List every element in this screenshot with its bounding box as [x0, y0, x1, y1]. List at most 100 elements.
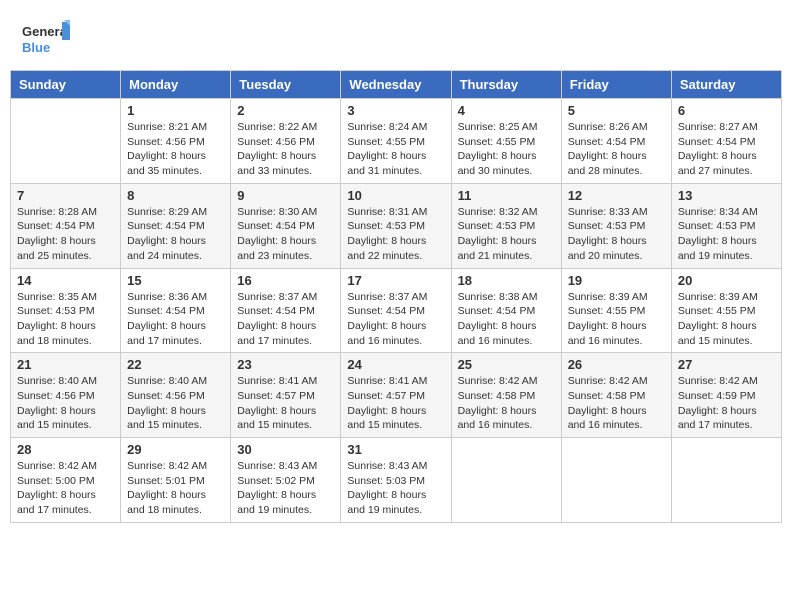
day-info: Sunrise: 8:35 AMSunset: 4:53 PMDaylight:… — [17, 290, 114, 349]
calendar-cell: 6 Sunrise: 8:27 AMSunset: 4:54 PMDaylight… — [671, 99, 781, 184]
calendar-cell: 10Sunrise: 8:31 AMSunset: 4:53 PMDayligh… — [341, 183, 451, 268]
day-info: Sunrise: 8:28 AMSunset: 4:54 PMDaylight:… — [17, 205, 114, 264]
calendar-cell: 5 Sunrise: 8:26 AMSunset: 4:54 PMDaylight… — [561, 99, 671, 184]
day-info: Sunrise: 8:26 AMSunset: 4:54 PMDaylight:… — [568, 120, 665, 179]
calendar-cell: 22 Sunrise: 8:40 AMSunset: 4:56 PMDayligh… — [121, 353, 231, 438]
day-info: Sunrise: 8:43 AMSunset: 5:02 PMDaylight:… — [237, 459, 334, 518]
day-info: Sunrise: 8:36 AMSunset: 4:54 PMDaylight:… — [127, 290, 224, 349]
day-info: Sunrise: 8:40 AMSunset: 4:56 PMDaylight:… — [17, 374, 114, 433]
day-number: 20 — [678, 273, 775, 288]
day-number: 5 — [568, 103, 665, 118]
day-number: 22 — [127, 357, 224, 372]
calendar-cell: 28 Sunrise: 8:42 AMSunset: 5:00 PMDayligh… — [11, 438, 121, 523]
day-number: 2 — [237, 103, 334, 118]
weekday-header-tuesday: Tuesday — [231, 71, 341, 99]
calendar-cell: 20 Sunrise: 8:39 AMSunset: 4:55 PMDayligh… — [671, 268, 781, 353]
calendar-cell — [11, 99, 121, 184]
day-info: Sunrise: 8:27 AMSunset: 4:54 PMDaylight:… — [678, 120, 775, 179]
calendar-cell: 7 Sunrise: 8:28 AMSunset: 4:54 PMDaylight… — [11, 183, 121, 268]
calendar-cell: 26Sunrise: 8:42 AMSunset: 4:58 PMDayligh… — [561, 353, 671, 438]
day-info: Sunrise: 8:30 AMSunset: 4:54 PMDaylight:… — [237, 205, 334, 264]
day-info: Sunrise: 8:25 AMSunset: 4:55 PMDaylight:… — [458, 120, 555, 179]
calendar-cell: 18 Sunrise: 8:38 AMSunset: 4:54 PMDayligh… — [451, 268, 561, 353]
weekday-header-saturday: Saturday — [671, 71, 781, 99]
day-number: 28 — [17, 442, 114, 457]
day-number: 29 — [127, 442, 224, 457]
day-number: 9 — [237, 188, 334, 203]
day-info: Sunrise: 8:21 AMSunset: 4:56 PMDaylight:… — [127, 120, 224, 179]
weekday-header-friday: Friday — [561, 71, 671, 99]
day-info: Sunrise: 8:41 AMSunset: 4:57 PMDaylight:… — [347, 374, 444, 433]
day-number: 1 — [127, 103, 224, 118]
day-number: 18 — [458, 273, 555, 288]
day-info: Sunrise: 8:42 AMSunset: 5:00 PMDaylight:… — [17, 459, 114, 518]
calendar-cell: 19 Sunrise: 8:39 AMSunset: 4:55 PMDayligh… — [561, 268, 671, 353]
weekday-header-thursday: Thursday — [451, 71, 561, 99]
logo-svg: General Blue — [20, 20, 70, 60]
day-number: 19 — [568, 273, 665, 288]
day-number: 31 — [347, 442, 444, 457]
day-number: 7 — [17, 188, 114, 203]
calendar-week-2: 7 Sunrise: 8:28 AMSunset: 4:54 PMDaylight… — [11, 183, 782, 268]
calendar-cell: 29 Sunrise: 8:42 AMSunset: 5:01 PMDayligh… — [121, 438, 231, 523]
calendar-cell: 23 Sunrise: 8:41 AMSunset: 4:57 PMDayligh… — [231, 353, 341, 438]
calendar-cell: 27 Sunrise: 8:42 AMSunset: 4:59 PMDayligh… — [671, 353, 781, 438]
day-info: Sunrise: 8:29 AMSunset: 4:54 PMDaylight:… — [127, 205, 224, 264]
weekday-header-sunday: Sunday — [11, 71, 121, 99]
calendar-cell: 16Sunrise: 8:37 AMSunset: 4:54 PMDayligh… — [231, 268, 341, 353]
day-info: Sunrise: 8:22 AMSunset: 4:56 PMDaylight:… — [237, 120, 334, 179]
calendar-week-1: 1 Sunrise: 8:21 AMSunset: 4:56 PMDaylight… — [11, 99, 782, 184]
day-number: 26 — [568, 357, 665, 372]
day-number: 13 — [678, 188, 775, 203]
day-info: Sunrise: 8:31 AMSunset: 4:53 PMDaylight:… — [347, 205, 444, 264]
day-number: 8 — [127, 188, 224, 203]
day-info: Sunrise: 8:37 AMSunset: 4:54 PMDaylight:… — [347, 290, 444, 349]
calendar-cell: 15Sunrise: 8:36 AMSunset: 4:54 PMDayligh… — [121, 268, 231, 353]
day-number: 11 — [458, 188, 555, 203]
calendar-cell: 2 Sunrise: 8:22 AMSunset: 4:56 PMDaylight… — [231, 99, 341, 184]
day-number: 16 — [237, 273, 334, 288]
day-info: Sunrise: 8:39 AMSunset: 4:55 PMDaylight:… — [568, 290, 665, 349]
day-info: Sunrise: 8:34 AMSunset: 4:53 PMDaylight:… — [678, 205, 775, 264]
day-info: Sunrise: 8:42 AMSunset: 4:58 PMDaylight:… — [458, 374, 555, 433]
calendar-cell — [671, 438, 781, 523]
calendar-cell: 14 Sunrise: 8:35 AMSunset: 4:53 PMDayligh… — [11, 268, 121, 353]
calendar-cell — [451, 438, 561, 523]
day-info: Sunrise: 8:39 AMSunset: 4:55 PMDaylight:… — [678, 290, 775, 349]
logo: General Blue — [20, 20, 70, 60]
calendar-week-4: 21 Sunrise: 8:40 AMSunset: 4:56 PMDayligh… — [11, 353, 782, 438]
calendar-cell: 24 Sunrise: 8:41 AMSunset: 4:57 PMDayligh… — [341, 353, 451, 438]
day-number: 25 — [458, 357, 555, 372]
calendar-week-5: 28 Sunrise: 8:42 AMSunset: 5:00 PMDayligh… — [11, 438, 782, 523]
calendar-header: SundayMondayTuesdayWednesdayThursdayFrid… — [11, 71, 782, 99]
calendar-body: 1 Sunrise: 8:21 AMSunset: 4:56 PMDaylight… — [11, 99, 782, 523]
day-info: Sunrise: 8:42 AMSunset: 4:59 PMDaylight:… — [678, 374, 775, 433]
day-info: Sunrise: 8:41 AMSunset: 4:57 PMDaylight:… — [237, 374, 334, 433]
day-info: Sunrise: 8:24 AMSunset: 4:55 PMDaylight:… — [347, 120, 444, 179]
weekday-header-monday: Monday — [121, 71, 231, 99]
day-info: Sunrise: 8:43 AMSunset: 5:03 PMDaylight:… — [347, 459, 444, 518]
day-number: 27 — [678, 357, 775, 372]
calendar-cell: 3Sunrise: 8:24 AMSunset: 4:55 PMDaylight… — [341, 99, 451, 184]
calendar-cell: 1 Sunrise: 8:21 AMSunset: 4:56 PMDaylight… — [121, 99, 231, 184]
day-info: Sunrise: 8:40 AMSunset: 4:56 PMDaylight:… — [127, 374, 224, 433]
calendar-cell: 9 Sunrise: 8:30 AMSunset: 4:54 PMDaylight… — [231, 183, 341, 268]
weekday-header-wednesday: Wednesday — [341, 71, 451, 99]
day-number: 23 — [237, 357, 334, 372]
day-info: Sunrise: 8:42 AMSunset: 5:01 PMDaylight:… — [127, 459, 224, 518]
day-number: 14 — [17, 273, 114, 288]
day-info: Sunrise: 8:33 AMSunset: 4:53 PMDaylight:… — [568, 205, 665, 264]
calendar-week-3: 14 Sunrise: 8:35 AMSunset: 4:53 PMDayligh… — [11, 268, 782, 353]
day-number: 4 — [458, 103, 555, 118]
calendar-cell: 31 Sunrise: 8:43 AMSunset: 5:03 PMDayligh… — [341, 438, 451, 523]
day-info: Sunrise: 8:38 AMSunset: 4:54 PMDaylight:… — [458, 290, 555, 349]
day-number: 24 — [347, 357, 444, 372]
day-number: 6 — [678, 103, 775, 118]
calendar-cell: 4 Sunrise: 8:25 AMSunset: 4:55 PMDaylight… — [451, 99, 561, 184]
svg-text:Blue: Blue — [22, 40, 50, 55]
page-header: General Blue — [10, 10, 782, 65]
calendar-cell: 12Sunrise: 8:33 AMSunset: 4:53 PMDayligh… — [561, 183, 671, 268]
calendar-cell: 25 Sunrise: 8:42 AMSunset: 4:58 PMDayligh… — [451, 353, 561, 438]
day-number: 21 — [17, 357, 114, 372]
day-number: 17 — [347, 273, 444, 288]
